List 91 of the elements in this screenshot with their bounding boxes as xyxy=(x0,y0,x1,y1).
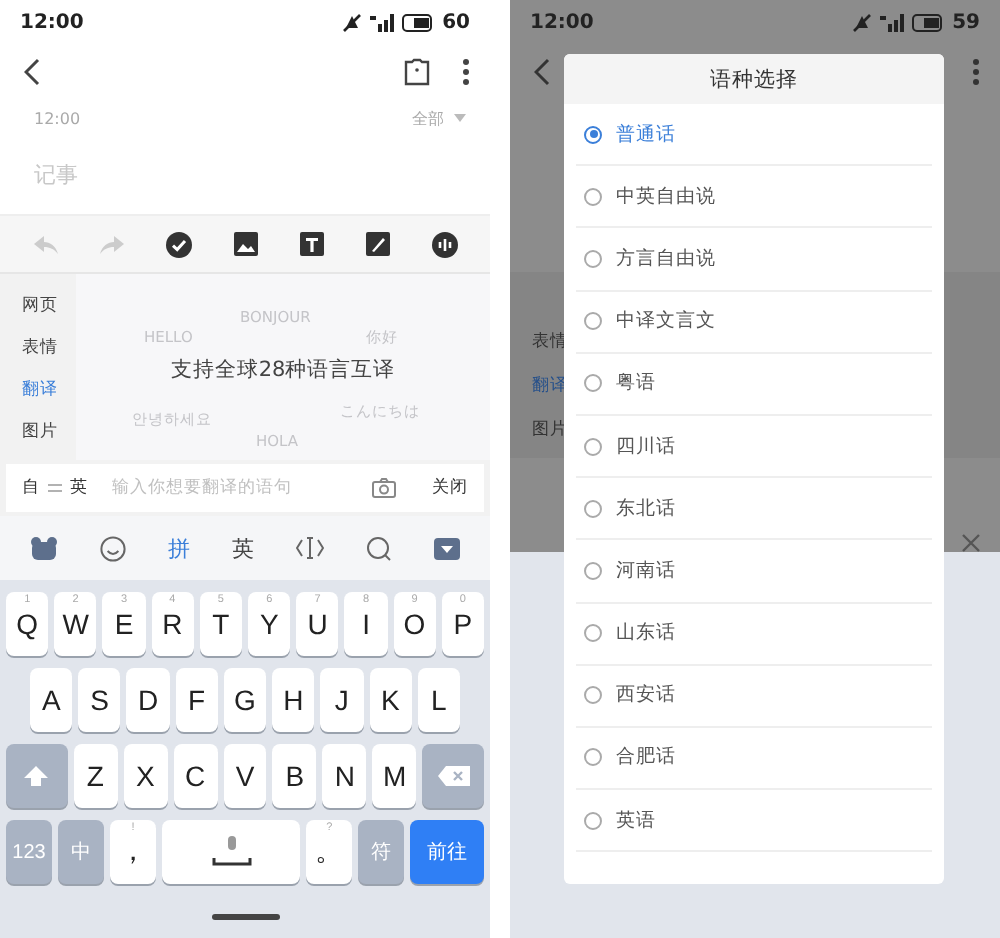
keyboard-key[interactable]: N xyxy=(322,744,367,808)
close-button[interactable]: 关闭 xyxy=(404,476,468,500)
battery-icon xyxy=(402,13,435,31)
language-option[interactable]: 河南话 xyxy=(576,540,932,603)
panel-tab[interactable]: 图片 xyxy=(22,420,76,444)
radio-button[interactable] xyxy=(584,187,602,206)
signal-icon xyxy=(370,13,395,31)
keyboard-key[interactable]: S xyxy=(78,668,121,732)
input-mode-tab[interactable]: 拼 xyxy=(167,533,190,563)
keyboard-key[interactable]: B xyxy=(272,744,317,808)
note-time: 12:00 xyxy=(34,109,81,127)
battery-icon xyxy=(912,13,945,31)
keyboard-key[interactable]: V xyxy=(223,744,267,808)
keyboard-key[interactable]: M xyxy=(372,744,417,808)
back-icon[interactable] xyxy=(534,58,550,86)
radio-button[interactable] xyxy=(584,249,602,268)
shift-key[interactable] xyxy=(6,744,68,808)
camera-icon[interactable] xyxy=(372,478,396,498)
battery-level: 59 xyxy=(952,11,980,33)
panel-tab[interactable]: 翻译 xyxy=(22,378,76,402)
mute-icon xyxy=(342,13,363,31)
close-icon xyxy=(962,534,980,552)
keyboard-key[interactable]: C xyxy=(173,744,218,808)
language-option[interactable]: 山东话 xyxy=(576,603,932,666)
dialog-title: 语种选择 xyxy=(564,54,944,104)
keyboard-key[interactable]: F xyxy=(175,668,218,732)
hide-keyboard-icon[interactable] xyxy=(434,537,461,559)
signal-icon xyxy=(880,13,905,31)
language-option[interactable]: 西安话 xyxy=(576,665,932,728)
radio-button[interactable] xyxy=(584,437,602,456)
language-option[interactable]: 英语 xyxy=(576,790,932,853)
keyboard-key[interactable]: J xyxy=(320,668,364,732)
microphone-icon xyxy=(209,836,254,868)
language-option[interactable]: 粤语 xyxy=(576,353,932,416)
panel-tab[interactable]: 表情 xyxy=(22,336,76,360)
cursor-icon[interactable] xyxy=(296,536,325,560)
language-option[interactable]: 中英自由说 xyxy=(576,166,932,229)
swap-icon[interactable] xyxy=(48,482,62,494)
radio-button[interactable] xyxy=(584,561,602,580)
keyboard-key[interactable]: D xyxy=(126,668,170,732)
language-option[interactable]: 东北话 xyxy=(576,478,932,541)
keyboard-key[interactable]: X xyxy=(123,744,168,808)
checkmark-icon[interactable] xyxy=(165,231,191,257)
radio-button[interactable] xyxy=(584,374,602,393)
bear-icon[interactable] xyxy=(29,536,58,560)
more-icon[interactable] xyxy=(462,58,470,86)
tab-label: 图片 xyxy=(532,418,568,442)
panel-tab[interactable]: 网页 xyxy=(22,294,76,318)
radio-button[interactable] xyxy=(584,499,602,518)
keyboard-key[interactable]: G xyxy=(223,668,267,732)
keyboard-key[interactable]: Z xyxy=(73,744,118,808)
emoji-icon[interactable] xyxy=(99,535,126,561)
pen-icon[interactable] xyxy=(365,232,389,256)
radio-button[interactable] xyxy=(584,624,602,643)
more-icon[interactable] xyxy=(972,58,980,86)
radio-button[interactable] xyxy=(584,125,602,144)
voice-icon[interactable] xyxy=(431,231,457,257)
language-option[interactable]: 方言自由说 xyxy=(576,228,932,292)
keyboard-key[interactable]: A xyxy=(30,668,73,732)
tag-icon[interactable] xyxy=(404,58,430,86)
banner-headline: 支持全球28种语言互译 xyxy=(168,356,398,384)
go-key[interactable]: 前往 xyxy=(410,820,484,884)
clock: 12:00 xyxy=(530,11,594,33)
space-key[interactable] xyxy=(162,820,301,884)
language-option[interactable]: 四川话 xyxy=(576,415,932,479)
keyboard-key[interactable]: K xyxy=(369,668,412,732)
radio-button[interactable] xyxy=(584,686,602,705)
home-indicator[interactable] xyxy=(211,913,279,919)
language-option[interactable]: 中译文言文 xyxy=(576,291,932,354)
keyboard-key[interactable]: L xyxy=(417,668,460,732)
shift-icon xyxy=(24,766,49,786)
caret-icon[interactable] xyxy=(454,114,466,122)
radio-button[interactable] xyxy=(584,312,602,331)
backspace-key[interactable] xyxy=(422,744,484,808)
search-icon[interactable] xyxy=(366,535,393,561)
radio-button[interactable] xyxy=(584,748,602,767)
clock: 12:00 xyxy=(20,11,84,33)
source-language[interactable]: 自 xyxy=(22,476,40,500)
translate-field[interactable]: 自 英 输入你想要翻译的语句 关闭 xyxy=(6,464,484,512)
text-icon[interactable] xyxy=(299,232,323,256)
keyboard-key[interactable]: H xyxy=(272,668,315,732)
radio-button[interactable] xyxy=(584,811,602,830)
language-option[interactable]: 普通话 xyxy=(576,104,932,167)
input-mode-tab[interactable]: 英 xyxy=(231,533,254,563)
language-option[interactable]: 合肥话 xyxy=(576,727,932,791)
battery-level: 60 xyxy=(442,11,470,33)
backspace-icon xyxy=(437,766,470,786)
back-icon[interactable] xyxy=(24,58,40,86)
mute-icon xyxy=(852,13,873,31)
target-language[interactable]: 英 xyxy=(70,476,88,500)
image-icon[interactable] xyxy=(233,232,257,256)
